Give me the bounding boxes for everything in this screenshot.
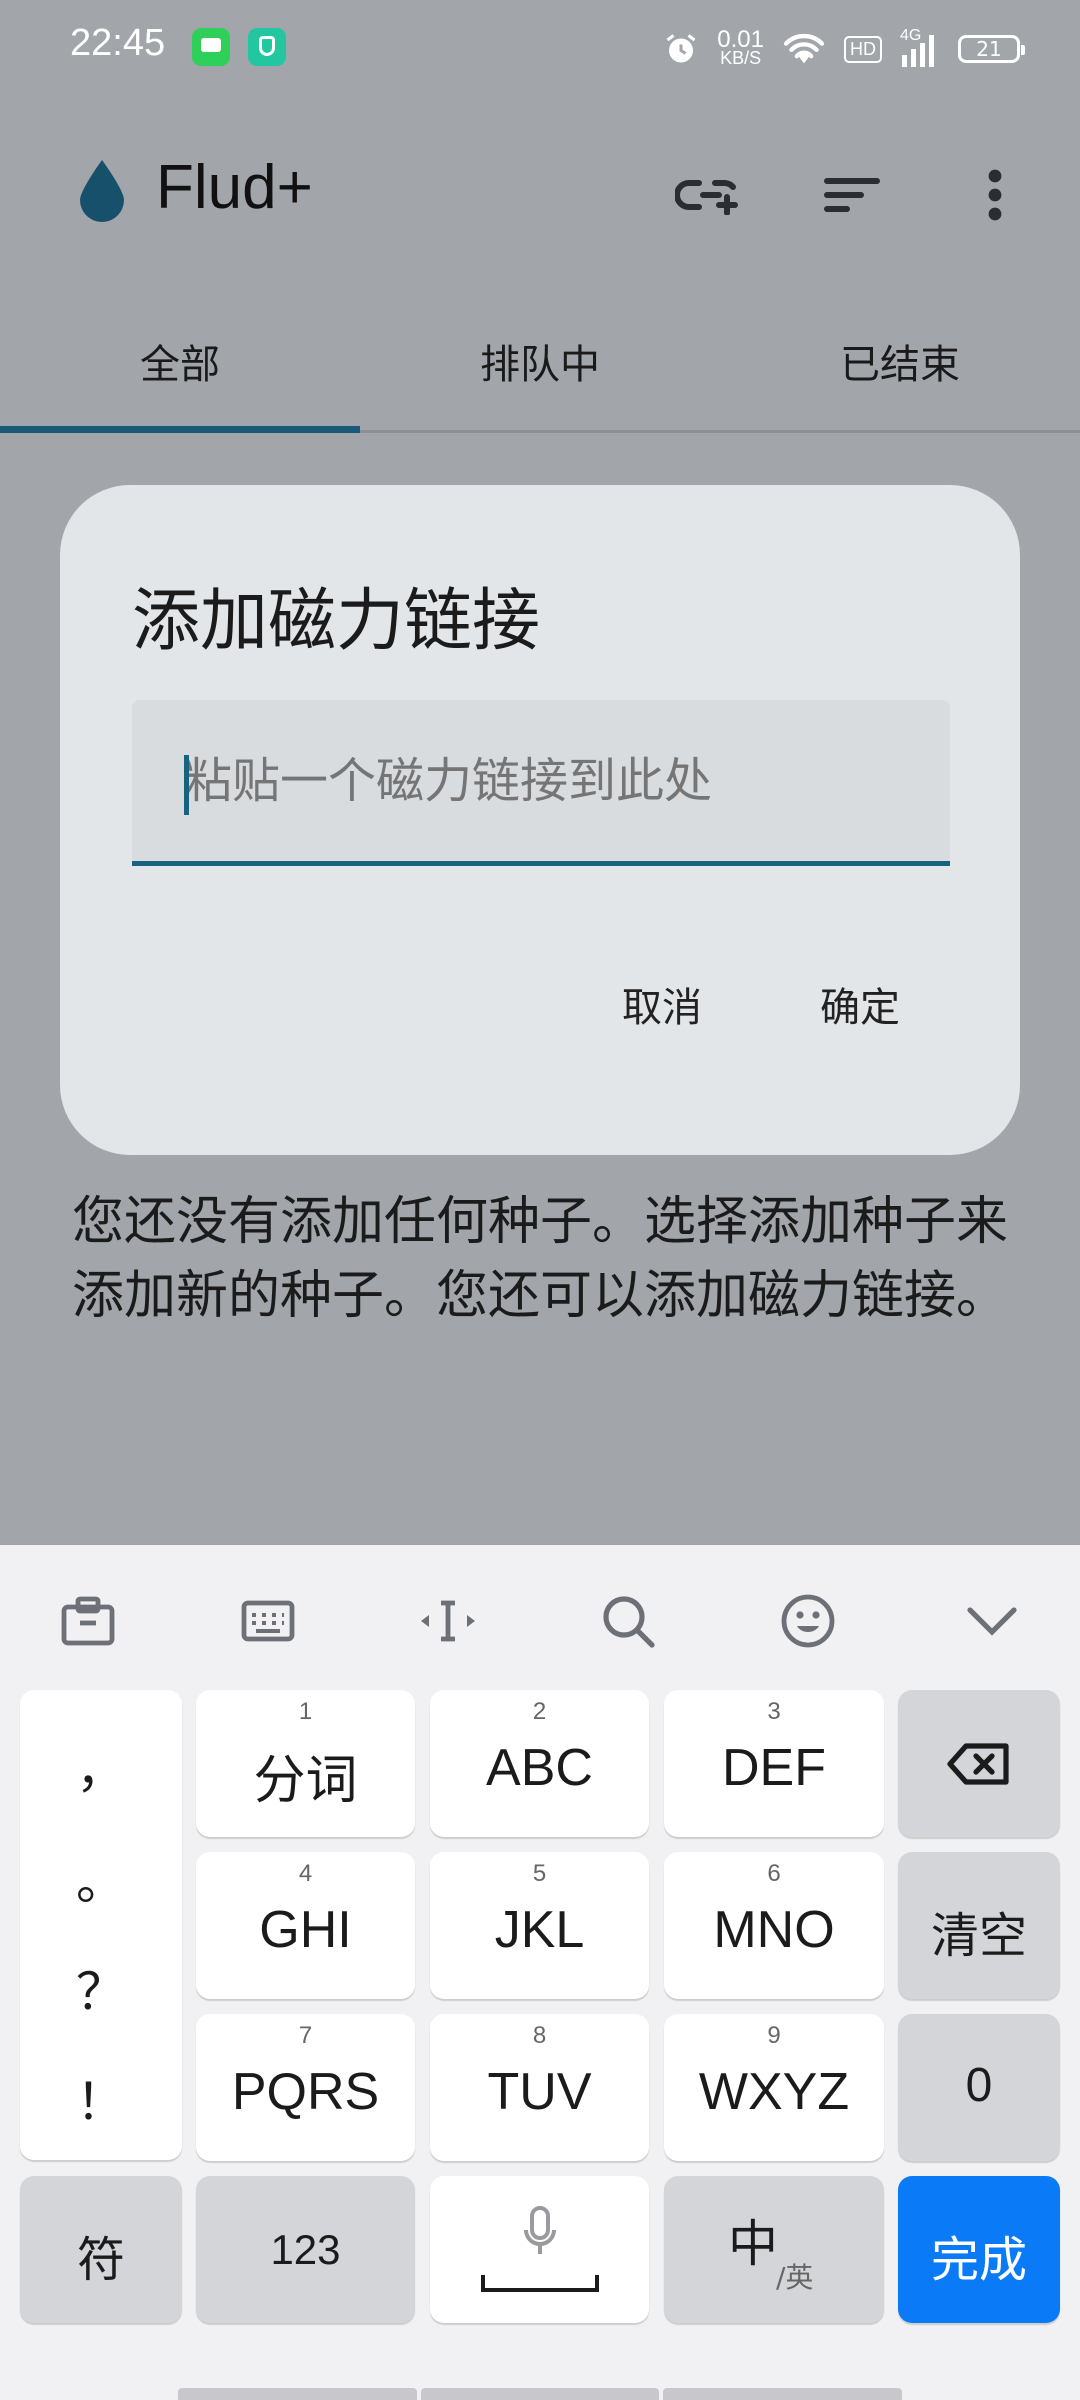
backspace-key[interactable] xyxy=(898,1690,1060,1837)
symbol-key[interactable]: 符 xyxy=(20,2176,182,2323)
language-switch-key[interactable]: 中 /英 xyxy=(664,2176,884,2323)
network-speed: 0.01 KB/S xyxy=(717,26,764,68)
empty-message: 您还没有添加任何种子。选择添加种子来添加新的种子。您还可以添加磁力链接。 xyxy=(71,1192,1008,1326)
wifi-icon xyxy=(783,33,825,64)
key-number: 3 xyxy=(767,1698,781,1725)
key-number: 2 xyxy=(532,1698,547,1725)
punct-question[interactable]: ？ xyxy=(20,1952,182,2024)
tab-indicator xyxy=(0,426,360,433)
sort-icon[interactable] xyxy=(817,160,887,230)
key-number: 5 xyxy=(532,1860,547,1887)
key-label: GHI xyxy=(259,1901,352,1959)
key-5[interactable]: 5 JKL xyxy=(430,1852,649,1999)
punct-exclaim[interactable]: ！ xyxy=(20,2062,182,2134)
battery-indicator: 21 xyxy=(958,35,1025,63)
key-label: TUV xyxy=(487,2063,592,2121)
tab-finished[interactable]: 已结束 xyxy=(720,292,1080,430)
status-bar: 22:45 0.01 KB/S HD 4G 21 xyxy=(0,0,1080,96)
key-label: WXYZ xyxy=(698,2063,850,2121)
lang-sub-label: /英 xyxy=(776,2261,814,2294)
magnet-link-input[interactable] xyxy=(182,752,926,810)
add-magnet-dialog: 添加磁力链接 取消 确定 xyxy=(60,485,1020,1155)
key-3[interactable]: 3 DEF xyxy=(664,1690,884,1837)
microphone-icon xyxy=(524,2206,556,2254)
clear-key[interactable]: 清空 xyxy=(898,1852,1060,1999)
status-right-group: 0.01 KB/S HD 4G 21 xyxy=(663,22,1025,76)
alarm-icon xyxy=(666,34,696,63)
gesture-bar xyxy=(178,2388,903,2400)
key-label: 0 xyxy=(965,2059,993,2112)
lang-main-label: 中 xyxy=(728,2215,778,2273)
key-label: DEF xyxy=(722,1739,826,1797)
key-label: 完成 xyxy=(930,2232,1027,2288)
key-number: 4 xyxy=(298,1860,313,1887)
space-key[interactable] xyxy=(430,2176,649,2323)
key-label: 清空 xyxy=(930,1908,1027,1964)
backspace-icon xyxy=(947,1743,1009,1785)
app-title: Flud+ xyxy=(156,153,313,222)
status-time: 22:45 xyxy=(70,22,166,64)
key-label: ABC xyxy=(486,1739,593,1797)
magnet-link-field[interactable] xyxy=(132,700,950,866)
key-4[interactable]: 4 GHI xyxy=(196,1852,415,1999)
keyboard: ， 。 ？ ！ 1 分词 2 ABC 3 DEF 4 GHI 5 JKL 6 M… xyxy=(0,1545,1080,2400)
key-number: 8 xyxy=(532,2022,547,2049)
punct-period[interactable]: 。 xyxy=(20,1842,182,1914)
more-options-icon[interactable] xyxy=(960,160,1030,230)
cancel-button[interactable]: 取消 xyxy=(622,975,702,1033)
tab-all[interactable]: 全部 xyxy=(0,292,360,430)
key-7[interactable]: 7 PQRS xyxy=(196,2014,415,2161)
tab-bar: 全部 排队中 已结束 xyxy=(0,292,1080,433)
space-bar-icon xyxy=(481,2275,599,2292)
ok-button[interactable]: 确定 xyxy=(820,975,900,1033)
key-2[interactable]: 2 ABC xyxy=(430,1690,649,1837)
tab-queued[interactable]: 排队中 xyxy=(360,292,720,430)
search-icon[interactable] xyxy=(592,1585,664,1657)
key-8[interactable]: 8 TUV xyxy=(430,2014,649,2161)
key-0[interactable]: 0 xyxy=(898,2014,1060,2161)
security-app-icon xyxy=(248,28,286,66)
key-1[interactable]: 1 分词 xyxy=(196,1690,415,1837)
text-caret xyxy=(184,755,189,815)
network-type: 4G xyxy=(900,27,922,44)
flud-logo-icon xyxy=(80,160,124,222)
key-number: 6 xyxy=(767,1860,781,1887)
key-label: JKL xyxy=(494,1901,585,1959)
emoji-icon[interactable] xyxy=(772,1585,844,1657)
punctuation-column[interactable]: ， 。 ？ ！ xyxy=(20,1690,182,2160)
cursor-move-icon[interactable] xyxy=(412,1585,484,1657)
key-label: PQRS xyxy=(231,2063,380,2121)
key-label: 符 xyxy=(76,2232,125,2288)
speed-value: 0.01 xyxy=(717,26,764,53)
key-number: 9 xyxy=(767,2022,781,2049)
key-number: 7 xyxy=(298,2022,313,2049)
add-link-icon[interactable] xyxy=(672,160,742,230)
speed-unit: KB/S xyxy=(720,48,762,68)
app-bar: Flud+ xyxy=(0,96,1080,292)
key-number: 1 xyxy=(298,1698,313,1725)
key-6[interactable]: 6 MNO xyxy=(664,1852,884,1999)
key-label: MNO xyxy=(713,1901,835,1959)
dialog-title: 添加磁力链接 xyxy=(132,582,541,661)
punct-comma[interactable]: ， xyxy=(20,1730,182,1802)
hd-badge: HD xyxy=(844,35,882,63)
key-label: 分词 xyxy=(253,1752,358,1810)
message-app-icon xyxy=(192,28,230,66)
numeric-key[interactable]: 123 xyxy=(196,2176,415,2323)
keyboard-layout-icon[interactable] xyxy=(232,1585,304,1657)
done-key[interactable]: 完成 xyxy=(898,2176,1060,2323)
key-9[interactable]: 9 WXYZ xyxy=(664,2014,884,2161)
clipboard-icon[interactable] xyxy=(52,1585,124,1657)
key-label: 123 xyxy=(270,2226,341,2273)
hide-keyboard-icon[interactable] xyxy=(956,1585,1028,1657)
signal-icon: 4G xyxy=(900,27,940,67)
